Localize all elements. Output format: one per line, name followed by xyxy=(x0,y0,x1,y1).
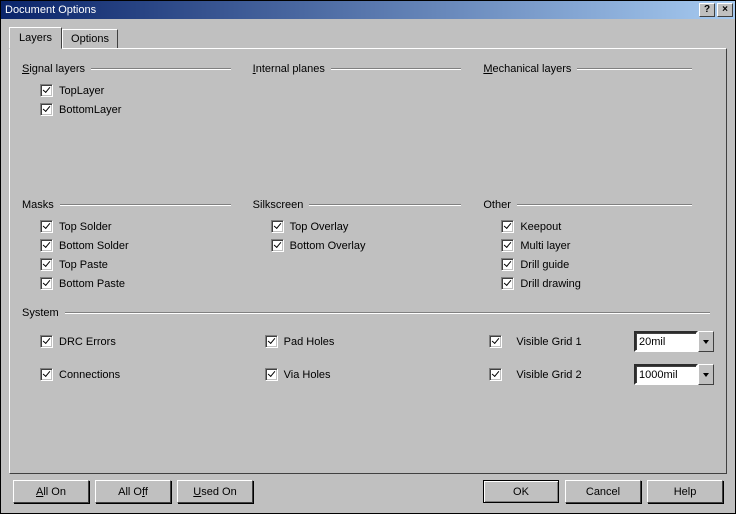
group-label-other: Other xyxy=(483,199,517,211)
chk-visible-grid-2[interactable] xyxy=(489,368,502,381)
group-internal-planes: Internal planes xyxy=(253,63,484,119)
window-title: Document Options xyxy=(5,4,697,16)
chk-top-overlay[interactable] xyxy=(271,220,284,233)
help-context-button[interactable]: ? xyxy=(699,3,715,17)
all-on-button[interactable]: All On xyxy=(13,480,89,503)
chk-via-holes[interactable] xyxy=(265,368,278,381)
chk-visible-grid-1[interactable] xyxy=(489,335,502,348)
help-button[interactable]: Help xyxy=(647,480,723,503)
tab-layers[interactable]: Layers xyxy=(9,27,62,49)
close-button[interactable]: × xyxy=(717,3,733,17)
group-silkscreen: Silkscreen Top Overlay Bottom Overlay xyxy=(253,199,484,293)
group-label-silkscreen: Silkscreen xyxy=(253,199,310,211)
combo-grid-2[interactable] xyxy=(634,364,714,385)
group-system: System DRC Errors Pad Holes Visible Grid… xyxy=(22,307,714,391)
chk-drilldrawing[interactable] xyxy=(501,277,514,290)
group-label-internal: Internal planes xyxy=(253,63,331,75)
group-mechanical-layers: Mechanical layers xyxy=(483,63,714,119)
group-label-system: System xyxy=(22,307,65,319)
chk-pad-holes[interactable] xyxy=(265,335,278,348)
chk-toplayer-row[interactable]: TopLayer xyxy=(22,81,253,100)
combo-grid-1[interactable] xyxy=(634,331,714,352)
chk-multilayer[interactable] xyxy=(501,239,514,252)
chk-toplayer[interactable] xyxy=(40,84,53,97)
button-bar: All On All Off Used On OK Cancel Help xyxy=(9,474,727,505)
client-area: Layers Options Signal layers TopLayer xyxy=(1,19,735,513)
layers-panel: Signal layers TopLayer BottomLayer Inter… xyxy=(9,48,727,474)
chk-bottomlayer-label: BottomLayer xyxy=(59,104,121,116)
grid-2-dropdown-icon[interactable] xyxy=(698,364,714,385)
titlebar: Document Options ? × xyxy=(1,1,735,19)
grid-1-dropdown-icon[interactable] xyxy=(698,331,714,352)
tab-options[interactable]: Options xyxy=(62,29,118,48)
grid-2-input[interactable] xyxy=(634,364,698,385)
all-off-button[interactable]: All Off xyxy=(95,480,171,503)
group-other: Other Keepout Multi layer Drill guide Dr… xyxy=(483,199,714,293)
grid-1-input[interactable] xyxy=(634,331,698,352)
chk-top-paste[interactable] xyxy=(40,258,53,271)
tab-strip: Layers Options xyxy=(9,27,727,48)
chk-connections[interactable] xyxy=(40,368,53,381)
used-on-button[interactable]: Used On xyxy=(177,480,253,503)
document-options-window: Document Options ? × Layers Options Sign… xyxy=(0,0,736,514)
chk-bottom-solder[interactable] xyxy=(40,239,53,252)
chk-keepout[interactable] xyxy=(501,220,514,233)
group-masks: Masks Top Solder Bottom Solder Top Paste… xyxy=(22,199,253,293)
group-label-masks: Masks xyxy=(22,199,60,211)
chk-bottomlayer[interactable] xyxy=(40,103,53,116)
chk-drillguide[interactable] xyxy=(501,258,514,271)
group-label-mechanical: Mechanical layers xyxy=(483,63,577,75)
chk-bottomlayer-row[interactable]: BottomLayer xyxy=(22,100,253,119)
group-label-signal: Signal layers xyxy=(22,63,91,75)
group-signal-layers: Signal layers TopLayer BottomLayer xyxy=(22,63,253,119)
chk-bottom-overlay[interactable] xyxy=(271,239,284,252)
chk-toplayer-label: TopLayer xyxy=(59,85,104,97)
chk-bottom-paste[interactable] xyxy=(40,277,53,290)
cancel-button[interactable]: Cancel xyxy=(565,480,641,503)
chk-top-solder[interactable] xyxy=(40,220,53,233)
ok-button[interactable]: OK xyxy=(483,480,559,503)
chk-drc-errors[interactable] xyxy=(40,335,53,348)
